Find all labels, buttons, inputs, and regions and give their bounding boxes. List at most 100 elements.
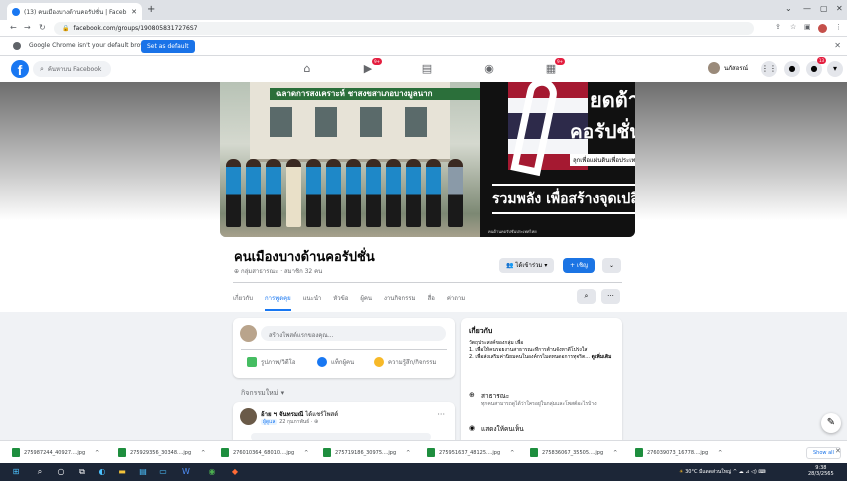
screen: (13) คนเมืองบางด้านคอรัปชั่น | Faceb ✕ +… [0,0,847,481]
group-name[interactable]: คนเมืองบางด้านคอรัปชั่น [234,246,375,267]
close-window-icon[interactable]: ✕ [836,4,843,13]
url-field[interactable]: 🔒 facebook.com/groups/1908058317276S7 [54,22,754,35]
chevron-up-icon[interactable]: ^ [406,450,410,456]
tab-events[interactable]: งานกิจกรรม [384,287,416,309]
tab-featured[interactable]: แนะนำ [303,287,322,309]
download-item[interactable]: 276010364_68010....jpg ^ [221,446,308,459]
home-icon[interactable]: ⌂ [299,61,315,77]
avatar[interactable] [240,408,257,425]
chevron-up-icon[interactable]: ^ [510,450,514,456]
joined-button[interactable]: 👥 ได้เข้าร่วม ▾ [499,258,555,273]
edge-icon[interactable]: ◐ [96,466,108,478]
close-downloads-icon[interactable]: ✕ [835,447,841,455]
profile-avatar-icon[interactable] [818,24,827,33]
windows-start-icon[interactable]: ⊞ [10,466,22,478]
messenger-icon[interactable]: ● [784,61,800,77]
download-filename: 275987244_40927....jpg [24,449,86,456]
tab-about[interactable]: เกี่ยวกับ [233,287,253,309]
image-file-icon [530,448,538,457]
gaming-badge: 9+ [555,58,565,65]
chrome-taskbar-icon[interactable]: ◉ [206,466,218,478]
chevron-up-icon[interactable]: ^ [613,450,617,456]
invite-button[interactable]: + เชิญ [563,258,596,273]
side-panel-icon[interactable]: ▣ [804,23,811,31]
download-item[interactable]: 276039073_16778....jpg ^ [635,446,722,459]
search-placeholder: ค้นหาบน Facebook [47,66,102,73]
new-message-icon[interactable]: ✎ [821,413,841,433]
download-item[interactable]: 275951637_48125....jpg ^ [427,446,514,459]
maximize-icon[interactable]: ▢ [820,4,828,13]
globe-icon: ⊕ [313,419,319,425]
chevron-up-icon[interactable]: ^ [718,450,722,456]
photo-video-button[interactable]: รูปภาพ/วิดีโอ [247,357,295,367]
gaming-icon[interactable]: ▦ 9+ [543,58,565,77]
reload-icon[interactable]: ↻ [39,23,46,32]
post-date[interactable]: 22 กุมภาพันธ์ · [279,419,312,425]
post-author[interactable]: อ้าย ฯ จันทรมณี [261,411,303,418]
composer-input[interactable]: สร้างโพสต์แรกของคุณ... [261,326,446,341]
clock[interactable]: 9:38 28/3/2565 [808,465,834,477]
download-filename: 275929356_30348....jpg [130,449,192,456]
set-default-button[interactable]: Set as default [141,40,195,53]
minimize-icon[interactable]: — [803,4,811,13]
profile-shortcut[interactable]: นภัสอรณ์ [708,62,748,74]
download-item[interactable]: 275929356_30348....jpg ^ [118,446,205,459]
see-more-link[interactable]: ดูเพิ่มเติม [592,354,612,360]
about-title: เกี่ยวกับ [469,327,493,335]
system-tray[interactable]: ☀ 30°C มีแดดส่วนใหญ่ ^ ☁ ⊿ ◁) ⌨ [679,468,766,476]
tag-people-button[interactable]: แท็กผู้คน [317,357,354,367]
widgets-icon[interactable]: ⧉ [76,466,88,478]
tab-topics[interactable]: หัวข้อ [333,287,348,309]
tab-questions[interactable]: ค่าถาม [447,287,465,309]
tab-discussion[interactable]: การพูดคุย [265,287,291,311]
poster-footer: คนต้านคอรัปชั่นประเทศไทย [488,229,537,234]
forward-icon[interactable]: → [24,23,31,32]
new-activity-sort[interactable]: กิจกรรมใหม่ ▾ [241,388,284,399]
feeling-activity-button[interactable]: ความรู้สึก/กิจกรรม [374,357,436,367]
group-cover-photo[interactable]: ฉลาดการสงเคราะห์ ชาสงขสาเภอบางมูลนาก ยดต… [220,82,635,237]
visible-title: แสดงให้คนเห็น [481,425,524,433]
download-item[interactable]: 275836067_35505....jpg ^ [530,446,617,459]
browser-tab[interactable]: (13) คนเมืองบางด้านคอรัปชั่น | Faceb ✕ [7,3,142,20]
watch-icon[interactable]: ▶ 9+ [360,58,382,77]
header-more-button[interactable]: ⌄ [602,258,621,273]
download-item[interactable]: 275719186_30975....jpg ^ [323,446,410,459]
chrome-menu-icon[interactable]: ⋮ [835,23,842,31]
task-view-icon[interactable]: ○ [55,466,67,478]
tab-search-chevron-icon[interactable]: ⌄ [785,4,792,13]
notifications-icon[interactable]: ● 13 [806,57,826,77]
bookmark-star-icon[interactable]: ☆ [790,23,796,31]
post-options-icon[interactable]: ··· [437,410,445,419]
tab-media[interactable]: สื่อ [428,287,435,309]
tab-people[interactable]: ผู้คน [360,287,372,309]
share-icon[interactable]: ⇪ [775,23,781,31]
back-icon[interactable]: ← [10,23,17,32]
chevron-up-icon[interactable]: ^ [95,450,99,456]
building-sign: ฉลาดการสงเคราะห์ ชาสงขสาเภอบางมูลนาก [270,88,480,100]
menu-grid-icon[interactable]: ⋮⋮ [761,61,777,77]
download-filename: 276010364_68010....jpg [233,449,295,456]
close-tab-icon[interactable]: ✕ [131,8,137,16]
infobar-close-icon[interactable]: ✕ [834,41,841,50]
facebook-search-input[interactable]: ⌕ ค้นหาบน Facebook [33,61,111,77]
mail-icon[interactable]: ▭ [157,466,169,478]
facebook-logo-icon[interactable]: f [11,60,29,78]
chevron-up-icon[interactable]: ^ [304,450,308,456]
group-more-icon[interactable]: ··· [601,289,620,304]
word-icon[interactable]: W [180,466,192,478]
account-chevron-icon[interactable]: ▾ [827,61,843,77]
chevron-up-icon[interactable]: ^ [201,450,205,456]
marketplace-icon[interactable]: ▤ [419,61,435,77]
group-search-icon[interactable]: ⌕ [577,289,596,304]
download-item[interactable]: 275987244_40927....jpg ^ [12,446,99,459]
image-file-icon [221,448,229,457]
new-tab-icon[interactable]: + [147,4,155,15]
app-icon[interactable]: ◆ [229,466,241,478]
facebook-top-nav: f ⌕ ค้นหาบน Facebook ⌂ ▶ 9+ ▤ ◉ ▦ 9+ นภัสอ… [0,56,847,82]
header-divider [233,282,622,283]
store-icon[interactable]: ▤ [137,466,149,478]
search-icon[interactable]: ⌕ [34,466,46,478]
groups-icon[interactable]: ◉ [481,61,497,77]
person [406,159,421,227]
file-explorer-icon[interactable]: ▬ [116,466,128,478]
